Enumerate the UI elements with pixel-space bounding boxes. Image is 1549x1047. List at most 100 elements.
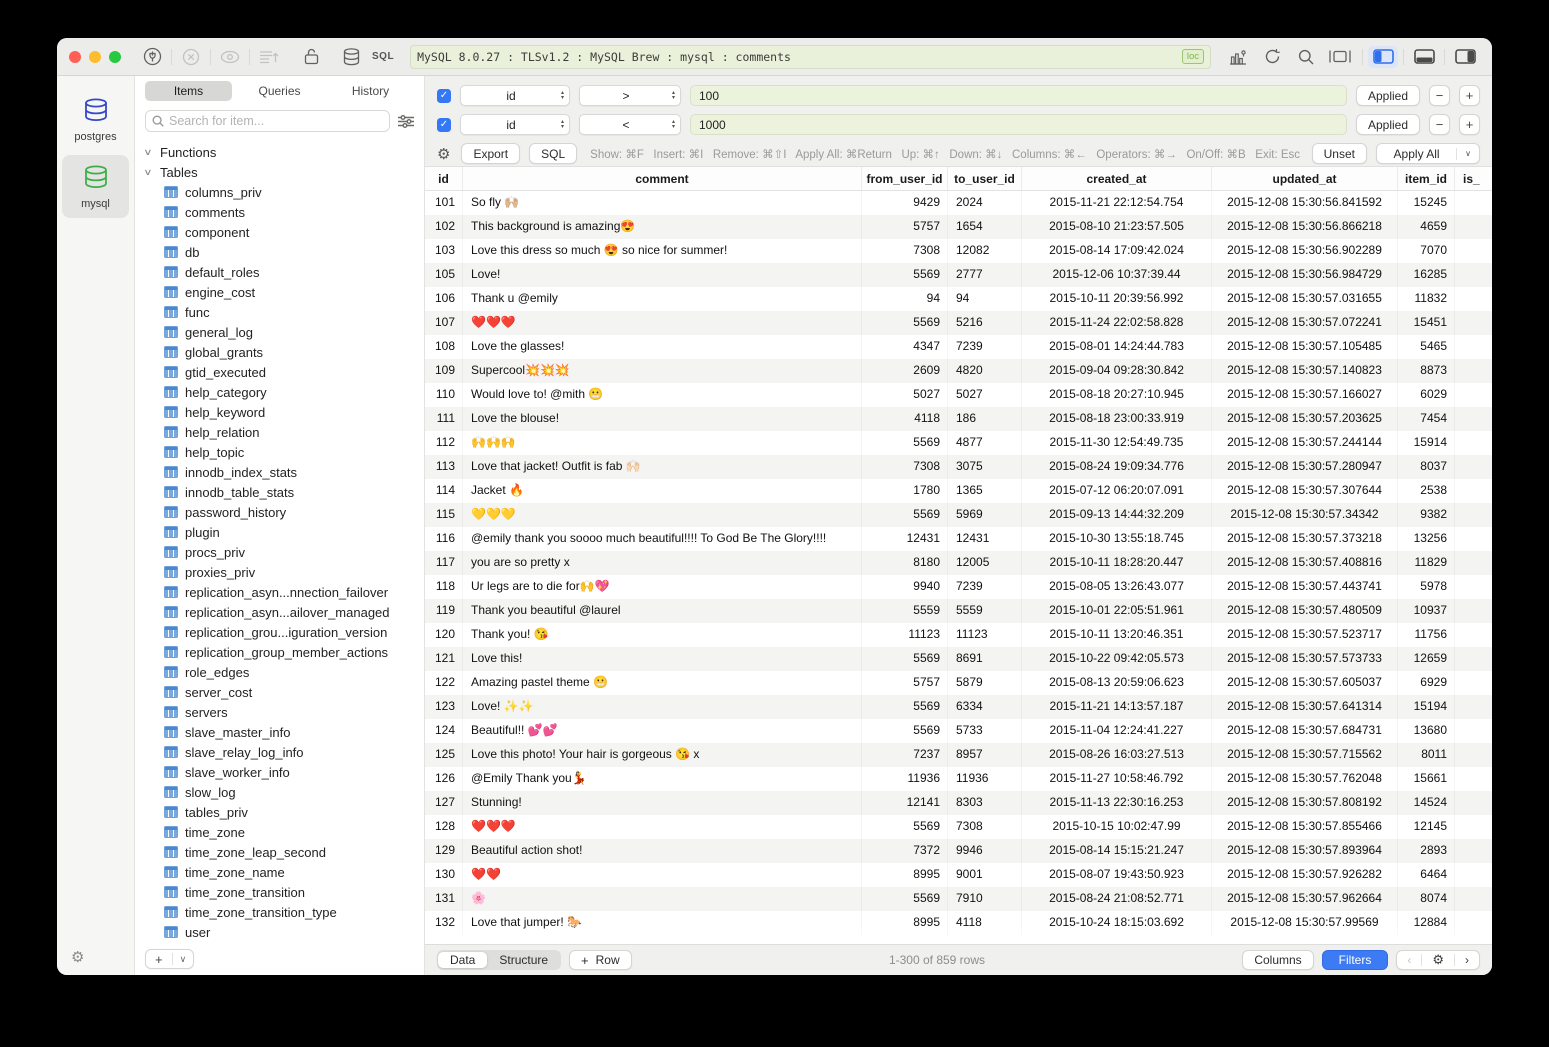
cell-to-user-id[interactable]: 7239 <box>948 335 1022 359</box>
sidebar-table-item[interactable]: procs_priv <box>135 542 424 562</box>
cell-to-user-id[interactable]: 9001 <box>948 863 1022 887</box>
cell-id[interactable]: 121 <box>425 647 463 671</box>
cell-comment[interactable]: Supercool💥💥💥 <box>463 359 862 383</box>
cell-updated-at[interactable]: 2015-12-08 15:30:57.166027 <box>1212 383 1398 407</box>
sidebar-table-item[interactable]: role_edges <box>135 662 424 682</box>
cell-id[interactable]: 116 <box>425 527 463 551</box>
remove-filter-button[interactable]: − <box>1429 114 1450 135</box>
cell-to-user-id[interactable]: 4877 <box>948 431 1022 455</box>
filters-button[interactable]: Filters <box>1322 950 1389 970</box>
sidebar-table-item[interactable]: help_keyword <box>135 402 424 422</box>
cell-updated-at[interactable]: 2015-12-08 15:30:57.926282 <box>1212 863 1398 887</box>
cell-is[interactable] <box>1455 359 1492 383</box>
cell-is[interactable] <box>1455 503 1492 527</box>
cell-updated-at[interactable]: 2015-12-08 15:30:57.443741 <box>1212 575 1398 599</box>
toggle-left-panel-button[interactable] <box>1368 46 1398 68</box>
cell-id[interactable]: 103 <box>425 239 463 263</box>
export-button[interactable]: Export <box>461 143 520 164</box>
cell-item-id[interactable]: 13680 <box>1398 719 1455 743</box>
cell-created-at[interactable]: 2015-07-12 06:20:07.091 <box>1022 479 1212 503</box>
cell-comment[interactable]: Love that jumper! 🐎 <box>463 911 862 935</box>
cell-id[interactable]: 127 <box>425 791 463 815</box>
sidebar-table-item[interactable]: comments <box>135 202 424 222</box>
cell-updated-at[interactable]: 2015-12-08 15:30:57.072241 <box>1212 311 1398 335</box>
cell-from-user-id[interactable]: 5559 <box>862 599 948 623</box>
cell-item-id[interactable]: 15661 <box>1398 767 1455 791</box>
cell-from-user-id[interactable]: 5569 <box>862 311 948 335</box>
cell-created-at[interactable]: 2015-08-01 14:24:44.783 <box>1022 335 1212 359</box>
cell-item-id[interactable]: 8074 <box>1398 887 1455 911</box>
cell-from-user-id[interactable]: 7308 <box>862 455 948 479</box>
sidebar-table-item[interactable]: innodb_table_stats <box>135 482 424 502</box>
cell-id[interactable]: 130 <box>425 863 463 887</box>
refresh-icon[interactable] <box>1255 45 1289 69</box>
cell-id[interactable]: 115 <box>425 503 463 527</box>
sidebar-table-item[interactable]: time_zone_transition_type <box>135 902 424 922</box>
cell-comment[interactable]: Love! ✨✨ <box>463 695 862 719</box>
sidebar-table-item[interactable]: replication_grou...iguration_version <box>135 622 424 642</box>
remove-filter-button[interactable]: − <box>1429 85 1450 106</box>
cell-is[interactable] <box>1455 647 1492 671</box>
cell-created-at[interactable]: 2015-11-21 22:12:54.754 <box>1022 191 1212 215</box>
cell-item-id[interactable]: 11832 <box>1398 287 1455 311</box>
cell-created-at[interactable]: 2015-11-24 22:02:58.828 <box>1022 311 1212 335</box>
sidebar-table-item[interactable]: slave_worker_info <box>135 762 424 782</box>
cell-created-at[interactable]: 2015-08-10 21:23:57.505 <box>1022 215 1212 239</box>
cell-from-user-id[interactable]: 7308 <box>862 239 948 263</box>
column-header-to-user-id[interactable]: to_user_id <box>948 167 1022 190</box>
zoom-window-button[interactable] <box>109 51 121 63</box>
cell-from-user-id[interactable]: 5569 <box>862 719 948 743</box>
cell-from-user-id[interactable]: 12431 <box>862 527 948 551</box>
cell-from-user-id[interactable]: 5569 <box>862 503 948 527</box>
column-header-from-user-id[interactable]: from_user_id <box>862 167 948 190</box>
cell-item-id[interactable]: 15451 <box>1398 311 1455 335</box>
preview-eye-icon[interactable] <box>213 45 247 69</box>
cell-item-id[interactable]: 8873 <box>1398 359 1455 383</box>
tab-data[interactable]: Data <box>438 952 487 968</box>
cell-comment[interactable]: Love this! <box>463 647 862 671</box>
cell-id[interactable]: 117 <box>425 551 463 575</box>
cell-to-user-id[interactable]: 5559 <box>948 599 1022 623</box>
cell-to-user-id[interactable]: 12431 <box>948 527 1022 551</box>
cell-is[interactable] <box>1455 719 1492 743</box>
sidebar-table-item[interactable]: plugin <box>135 522 424 542</box>
cell-comment[interactable]: Love this photo! Your hair is gorgeous 😘… <box>463 743 862 767</box>
cell-to-user-id[interactable]: 7910 <box>948 887 1022 911</box>
filter-operator-select[interactable]: <▴▾ <box>579 114 681 135</box>
add-filter-button[interactable]: + <box>1459 114 1480 135</box>
cell-is[interactable] <box>1455 743 1492 767</box>
tab-items[interactable]: Items <box>145 81 232 101</box>
cell-to-user-id[interactable]: 11936 <box>948 767 1022 791</box>
cell-comment[interactable]: ❤️❤️❤️ <box>463 815 862 839</box>
column-header-created-at[interactable]: created_at <box>1022 167 1212 190</box>
cell-updated-at[interactable]: 2015-12-08 15:30:57.684731 <box>1212 719 1398 743</box>
cell-updated-at[interactable]: 2015-12-08 15:30:57.280947 <box>1212 455 1398 479</box>
sidebar-table-item[interactable]: innodb_index_stats <box>135 462 424 482</box>
filter-value-input[interactable]: 1000 <box>690 114 1347 135</box>
cell-comment[interactable]: Love! <box>463 263 862 287</box>
cell-item-id[interactable]: 6029 <box>1398 383 1455 407</box>
cell-is[interactable] <box>1455 263 1492 287</box>
cell-created-at[interactable]: 2015-10-11 20:39:56.992 <box>1022 287 1212 311</box>
cell-created-at[interactable]: 2015-08-18 20:27:10.945 <box>1022 383 1212 407</box>
cell-updated-at[interactable]: 2015-12-08 15:30:57.105485 <box>1212 335 1398 359</box>
cell-is[interactable] <box>1455 791 1492 815</box>
filter-checkbox[interactable]: ✓ <box>437 89 451 103</box>
cell-created-at[interactable]: 2015-10-11 13:20:46.351 <box>1022 623 1212 647</box>
filter-settings-gear-icon[interactable]: ⚙ <box>437 145 450 163</box>
cell-updated-at[interactable]: 2015-12-08 15:30:57.244144 <box>1212 431 1398 455</box>
cell-to-user-id[interactable]: 6334 <box>948 695 1022 719</box>
cell-created-at[interactable]: 2015-09-13 14:44:32.209 <box>1022 503 1212 527</box>
cell-comment[interactable]: @Emily Thank you💃 <box>463 767 862 791</box>
sidebar-table-item[interactable]: columns_priv <box>135 182 424 202</box>
cell-is[interactable] <box>1455 407 1492 431</box>
cell-created-at[interactable]: 2015-11-04 12:24:41.227 <box>1022 719 1212 743</box>
add-filter-button[interactable]: + <box>1459 85 1480 106</box>
cell-id[interactable]: 132 <box>425 911 463 935</box>
cell-from-user-id[interactable]: 5569 <box>862 887 948 911</box>
column-header-id[interactable]: id <box>425 167 463 190</box>
add-row-button[interactable]: + Row <box>569 950 632 970</box>
cell-item-id[interactable]: 11829 <box>1398 551 1455 575</box>
sidebar-table-item[interactable]: global_grants <box>135 342 424 362</box>
cell-is[interactable] <box>1455 215 1492 239</box>
